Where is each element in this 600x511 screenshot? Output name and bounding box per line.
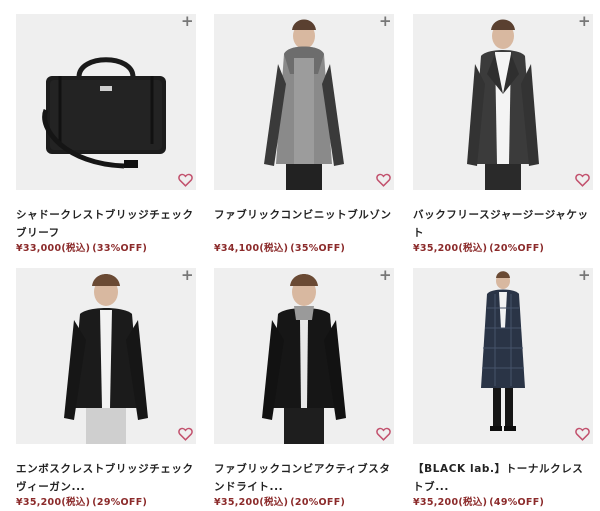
- product-price: ¥35,200(税込) (49%OFF): [413, 496, 593, 510]
- heart-outline-icon[interactable]: [575, 173, 590, 187]
- product-card[interactable]: + バックフリースジャージージャケット ¥35,200(税込) (20%OFF): [413, 14, 593, 256]
- discount-badge: (49%OFF): [489, 497, 545, 508]
- price-value: ¥35,200(税込): [16, 497, 91, 508]
- product-title[interactable]: シャドークレストブリッジチェックブリーフ: [16, 206, 196, 242]
- heart-outline-icon[interactable]: [178, 427, 193, 441]
- plus-icon[interactable]: +: [578, 268, 591, 283]
- model-illustration: [413, 268, 593, 444]
- product-price: ¥33,000(税込) (33%OFF): [16, 242, 196, 256]
- plus-icon[interactable]: +: [181, 268, 194, 283]
- heart-outline-icon[interactable]: [376, 173, 391, 187]
- plus-icon[interactable]: +: [379, 14, 392, 29]
- product-price: ¥34,100(税込) (35%OFF): [214, 242, 394, 256]
- discount-badge: (33%OFF): [92, 243, 148, 254]
- heart-outline-icon[interactable]: [178, 173, 193, 187]
- model-illustration: [16, 268, 196, 444]
- product-image-briefcase[interactable]: +: [16, 14, 196, 190]
- price-value: ¥34,100(税込): [214, 243, 289, 254]
- model-illustration: [214, 268, 394, 444]
- heart-outline-icon[interactable]: [575, 427, 590, 441]
- price-value: ¥33,000(税込): [16, 243, 91, 254]
- product-price: ¥35,200(税込) (20%OFF): [413, 242, 593, 256]
- product-title[interactable]: 【BLACK lab.】トーナルクレストブ...: [413, 460, 593, 496]
- product-grid: + シャドークレストブリッジチェックブリーフ ¥33,000(税込) (33%OF…: [0, 0, 600, 511]
- plus-icon[interactable]: +: [578, 14, 591, 29]
- discount-badge: (35%OFF): [290, 243, 346, 254]
- product-image-blouson[interactable]: +: [214, 14, 394, 190]
- price-value: ¥35,200(税込): [413, 497, 488, 508]
- product-card[interactable]: + ファブリックコンビニットブルゾン ¥34,100(税込) (35%OFF): [214, 14, 394, 256]
- product-image-jersey-jacket[interactable]: +: [413, 14, 593, 190]
- product-card[interactable]: + ファブリックコンビアクティブスタンドライト... ¥35,200(税込) (2…: [214, 268, 394, 510]
- model-illustration: [413, 14, 593, 190]
- product-title[interactable]: エンボスクレストブリッジチェックヴィーガン...: [16, 460, 196, 496]
- heart-outline-icon[interactable]: [376, 427, 391, 441]
- discount-badge: (20%OFF): [290, 497, 346, 508]
- price-value: ¥35,200(税込): [214, 497, 289, 508]
- product-card[interactable]: + エンボスクレストブリッジチェックヴィーガン... ¥35,200(税込) (2…: [16, 268, 196, 510]
- briefcase-illustration: [16, 14, 196, 190]
- product-title[interactable]: ファブリックコンビアクティブスタンドライト...: [214, 460, 394, 496]
- product-title[interactable]: ファブリックコンビニットブルゾン: [214, 206, 394, 242]
- model-illustration: [214, 14, 394, 190]
- discount-badge: (20%OFF): [489, 243, 545, 254]
- product-price: ¥35,200(税込) (20%OFF): [214, 496, 394, 510]
- plus-icon[interactable]: +: [181, 14, 194, 29]
- product-card[interactable]: + シャドークレストブリッジチェックブリーフ ¥33,000(税込) (33%OF…: [16, 14, 196, 256]
- product-image-stand-collar-jacket[interactable]: +: [214, 268, 394, 444]
- plus-icon[interactable]: +: [379, 268, 392, 283]
- price-value: ¥35,200(税込): [413, 243, 488, 254]
- product-image-long-coat[interactable]: +: [413, 268, 593, 444]
- discount-badge: (29%OFF): [92, 497, 148, 508]
- product-title[interactable]: バックフリースジャージージャケット: [413, 206, 593, 242]
- product-card[interactable]: + 【BLACK lab.】トーナルクレストブ... ¥35,200(税込) (4…: [413, 268, 593, 510]
- product-image-leather-jacket[interactable]: +: [16, 268, 196, 444]
- product-price: ¥35,200(税込) (29%OFF): [16, 496, 196, 510]
